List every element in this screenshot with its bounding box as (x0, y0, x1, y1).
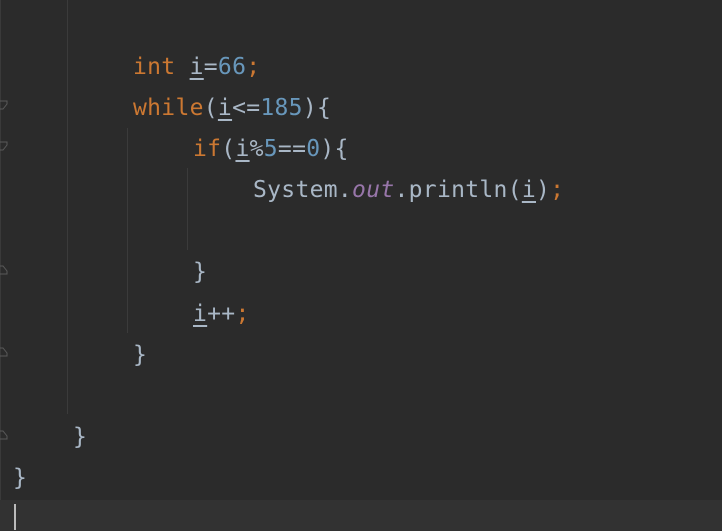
fold-marker-icon[interactable] (0, 347, 8, 357)
operator: ++ (207, 301, 236, 327)
static-field: out (352, 177, 395, 203)
fold-marker-icon[interactable] (0, 141, 8, 151)
code-line-if[interactable]: if(i%5==0){ (193, 129, 349, 169)
paren-close-brace: ){ (320, 136, 349, 162)
close-brace: } (13, 465, 28, 491)
number-literal: 0 (306, 136, 321, 162)
semicolon: ; (246, 54, 261, 80)
indent-guide-while (127, 128, 128, 333)
text-caret (14, 504, 16, 530)
dot: . (394, 177, 409, 203)
paren-open: ( (507, 177, 522, 203)
indent-guide-if (187, 168, 188, 250)
code-line-declaration[interactable]: int i=66; (133, 47, 260, 87)
number-literal: 185 (260, 95, 303, 121)
paren-close-brace: ){ (302, 95, 332, 121)
fold-marker-icon[interactable] (0, 430, 8, 440)
method-name: println (408, 177, 508, 203)
current-line-highlight[interactable] (0, 500, 722, 531)
code-editor[interactable]: int i=66; while(i<=185){ if(i%5==0){ Sys… (0, 0, 722, 531)
close-brace: } (73, 424, 88, 450)
variable: i (235, 136, 250, 162)
code-line-increment[interactable]: i++; (193, 294, 250, 334)
code-line-class-close[interactable]: } (13, 458, 27, 498)
code-line-while[interactable]: while(i<=185){ (133, 88, 331, 128)
code-line-method-close[interactable]: } (73, 417, 87, 457)
fold-marker-icon[interactable] (0, 100, 8, 110)
keyword: int (133, 54, 176, 80)
variable: i (217, 95, 233, 121)
variable: i (193, 301, 208, 327)
class-name: System (253, 177, 338, 203)
operator: % (249, 136, 264, 162)
close-brace: } (193, 259, 208, 285)
semicolon: ; (235, 301, 250, 327)
operator: = (203, 54, 218, 80)
paren-close: ) (536, 177, 551, 203)
number-literal: 66 (217, 54, 247, 80)
code-line-println[interactable]: System.out.println(i); (253, 170, 564, 210)
close-brace: } (133, 342, 148, 368)
fold-marker-icon[interactable] (0, 265, 8, 275)
operator: <= (232, 95, 261, 121)
variable: i (521, 177, 536, 203)
indent-guide-method (67, 0, 68, 414)
paren-open: ( (203, 95, 218, 121)
code-line-while-close[interactable]: } (133, 335, 147, 375)
keyword: if (193, 136, 222, 162)
dot: . (337, 177, 353, 203)
semicolon: ; (550, 177, 565, 203)
number-literal: 5 (263, 136, 278, 162)
operator: == (277, 136, 307, 162)
keyword: while (133, 95, 204, 121)
code-line-if-close[interactable]: } (193, 252, 207, 292)
paren-open: ( (221, 136, 236, 162)
variable: i (189, 54, 204, 80)
